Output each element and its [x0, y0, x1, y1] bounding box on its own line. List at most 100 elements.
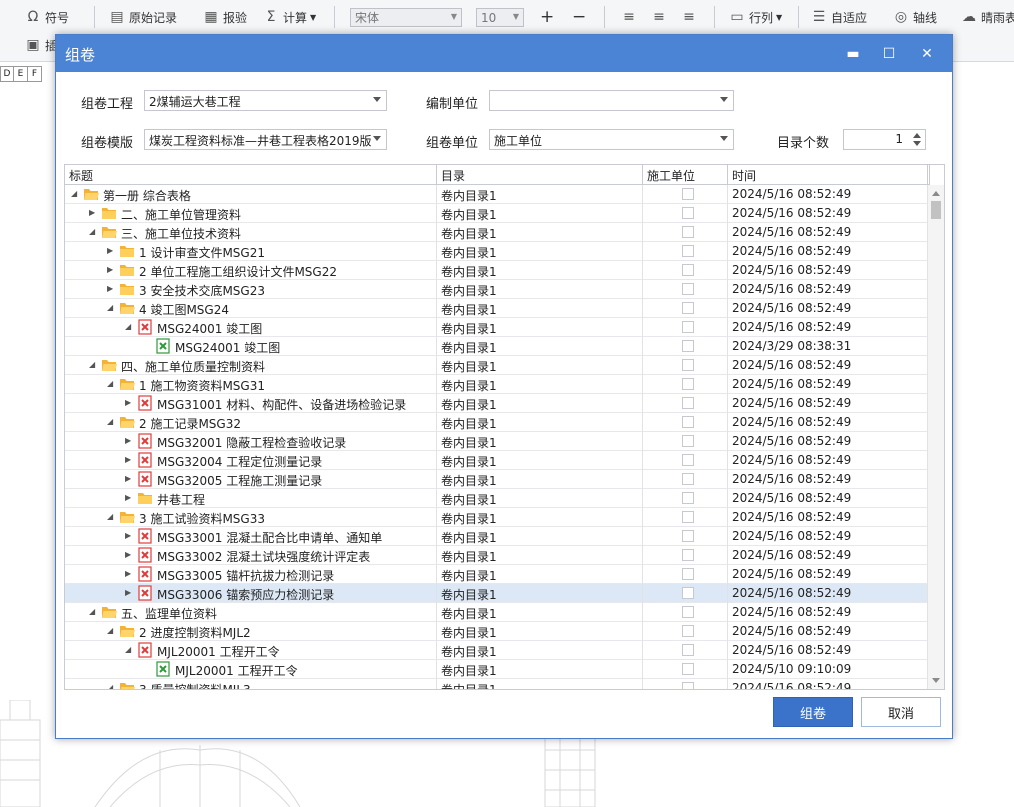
unit-checkbox[interactable]: [682, 207, 694, 219]
table-row[interactable]: ◢ 1 施工物资资料MSG31 卷内目录1 2024/5/16 08:52:49: [65, 375, 928, 394]
collapse-arrow-icon[interactable]: ◢: [107, 512, 115, 522]
unit-checkbox[interactable]: [682, 549, 694, 561]
sheet-col-header[interactable]: E: [14, 66, 28, 82]
cancel-button[interactable]: 取消: [861, 697, 941, 727]
unit-checkbox[interactable]: [682, 416, 694, 428]
expand-arrow-icon[interactable]: ▶: [125, 474, 133, 484]
compile-button[interactable]: 组卷: [773, 697, 853, 727]
unit-checkbox[interactable]: [682, 682, 694, 689]
scroll-up-icon[interactable]: [932, 191, 940, 196]
expand-arrow-icon[interactable]: ▶: [125, 569, 133, 579]
unit-checkbox[interactable]: [682, 625, 694, 637]
table-row[interactable]: ▶ MSG33005 锚杆抗拔力检测记录 卷内目录1 2024/5/16 08:52:…: [65, 565, 928, 584]
unit-checkbox[interactable]: [682, 435, 694, 447]
expand-arrow-icon[interactable]: ▶: [125, 398, 133, 408]
expand-arrow-icon[interactable]: ▶: [89, 208, 97, 218]
unit-checkbox[interactable]: [682, 511, 694, 523]
minimize-button[interactable]: ▬: [835, 35, 871, 72]
table-row[interactable]: ▶ 二、施工单位管理资料 卷内目录1 2024/5/16 08:52:49: [65, 204, 928, 223]
column-header-title[interactable]: 标题: [65, 165, 437, 185]
expand-arrow-icon[interactable]: ▶: [125, 531, 133, 541]
count-stepper[interactable]: 1: [843, 129, 926, 150]
table-row[interactable]: ▶ 2 单位工程施工组织设计文件MSG22 卷内目录1 2024/5/16 08:52…: [65, 261, 928, 280]
unit-checkbox[interactable]: [682, 378, 694, 390]
table-row[interactable]: ◢ 4 竣工图MSG24 卷内目录1 2024/5/16 08:52:49: [65, 299, 928, 318]
table-row[interactable]: ▶ MSG33006 锚索预应力检测记录 卷内目录1 2024/5/16 08:52:…: [65, 584, 928, 603]
table-row[interactable]: ◢ 2 施工记录MSG32 卷内目录1 2024/5/16 08:52:49: [65, 413, 928, 432]
scroll-down-icon[interactable]: [932, 678, 940, 683]
unit-checkbox[interactable]: [682, 397, 694, 409]
unit-checkbox[interactable]: [682, 302, 694, 314]
unit-checkbox[interactable]: [682, 473, 694, 485]
expand-arrow-icon[interactable]: ▶: [107, 246, 115, 256]
table-row[interactable]: ▶ MSG31001 材料、构配件、设备进场检验记录 卷内目录1 2024/5/16 …: [65, 394, 928, 413]
symbol-button[interactable]: Ω 符号: [24, 6, 69, 28]
axis-line-button[interactable]: ◎ 轴线: [892, 6, 937, 28]
expand-arrow-icon[interactable]: ▶: [107, 284, 115, 294]
decrease-font-button[interactable]: −: [572, 6, 586, 28]
table-row[interactable]: ◢ 3 质量控制资料MJL3 卷内目录1 2024/5/16 08:52:49: [65, 679, 928, 689]
unit-checkbox[interactable]: [682, 264, 694, 276]
unit-checkbox[interactable]: [682, 321, 694, 333]
sheet-col-header[interactable]: D: [0, 66, 14, 82]
collapse-arrow-icon[interactable]: ◢: [107, 417, 115, 427]
scroll-thumb[interactable]: [931, 201, 941, 219]
sheet-col-header[interactable]: F: [28, 66, 42, 82]
table-row[interactable]: MSG24001 竣工图 卷内目录1 2024/3/29 08:38:31: [65, 337, 928, 356]
collapse-arrow-icon[interactable]: ◢: [107, 626, 115, 636]
dialog-titlebar[interactable]: 组卷 ▬ ☐ ✕: [56, 35, 952, 72]
unit-checkbox[interactable]: [682, 606, 694, 618]
table-row[interactable]: ▶ 井巷工程 卷内目录1 2024/5/16 08:52:49: [65, 489, 928, 508]
spin-up-icon[interactable]: [913, 133, 921, 138]
compiler-select[interactable]: [489, 90, 734, 111]
project-select[interactable]: 2煤辅运大巷工程: [144, 90, 387, 111]
insert-image-button[interactable]: ▣ 插: [24, 34, 57, 56]
table-row[interactable]: ▶ MSG32001 隐蔽工程检查验收记录 卷内目录1 2024/5/16 08:52…: [65, 432, 928, 451]
vertical-scrollbar[interactable]: [927, 185, 944, 689]
align-center-button[interactable]: ≡: [650, 6, 668, 28]
collapse-arrow-icon[interactable]: ◢: [107, 379, 115, 389]
unit-checkbox[interactable]: [682, 188, 694, 200]
template-select[interactable]: 煤炭工程资料标准—井巷工程表格2019版: [144, 129, 387, 150]
unit-checkbox[interactable]: [682, 340, 694, 352]
close-button[interactable]: ✕: [909, 35, 945, 72]
table-row[interactable]: ▶ 1 设计审查文件MSG21 卷内目录1 2024/5/16 08:52:49: [65, 242, 928, 261]
unit-checkbox[interactable]: [682, 283, 694, 295]
weather-button[interactable]: ☁ 晴雨表: [960, 6, 1014, 28]
unit-checkbox[interactable]: [682, 644, 694, 656]
table-row[interactable]: ◢ MSG24001 竣工图 卷内目录1 2024/5/16 08:52:49: [65, 318, 928, 337]
unit-checkbox[interactable]: [682, 587, 694, 599]
column-header-unit[interactable]: 施工单位: [643, 165, 728, 185]
table-row[interactable]: ◢ 四、施工单位质量控制资料 卷内目录1 2024/5/16 08:52:49: [65, 356, 928, 375]
collapse-arrow-icon[interactable]: ◢: [125, 645, 133, 655]
table-row[interactable]: ▶ MSG32005 工程施工测量记录 卷内目录1 2024/5/16 08:52:4…: [65, 470, 928, 489]
spin-down-icon[interactable]: [913, 141, 921, 146]
collapse-arrow-icon[interactable]: ◢: [71, 189, 79, 199]
table-row[interactable]: ▶ MSG33002 混凝土试块强度统计评定表 卷内目录1 2024/5/16 08:…: [65, 546, 928, 565]
table-row[interactable]: MJL20001 工程开工令 卷内目录1 2024/5/10 09:10:09: [65, 660, 928, 679]
align-left-button[interactable]: ≡: [620, 6, 638, 28]
expand-arrow-icon[interactable]: ▶: [125, 493, 133, 503]
calc-button[interactable]: Σ 计算 ▼: [262, 6, 317, 28]
unit-select[interactable]: 施工单位: [489, 129, 734, 150]
font-size-select[interactable]: 10 ▼: [476, 8, 524, 27]
unit-checkbox[interactable]: [682, 492, 694, 504]
increase-font-button[interactable]: +: [540, 6, 554, 28]
collapse-arrow-icon[interactable]: ◢: [89, 227, 97, 237]
collapse-arrow-icon[interactable]: ◢: [125, 322, 133, 332]
align-right-button[interactable]: ≡: [680, 6, 698, 28]
row-col-button[interactable]: ▭ 行列 ▼: [728, 6, 782, 28]
unit-checkbox[interactable]: [682, 530, 694, 542]
column-header-time[interactable]: 时间: [728, 165, 928, 185]
collapse-arrow-icon[interactable]: ◢: [89, 607, 97, 617]
expand-arrow-icon[interactable]: ▶: [107, 265, 115, 275]
table-row[interactable]: ▶ 3 安全技术交底MSG23 卷内目录1 2024/5/16 08:52:49: [65, 280, 928, 299]
raw-record-button[interactable]: ▤ 原始记录: [108, 6, 177, 28]
table-row[interactable]: ▶ MSG33001 混凝土配合比申请单、通知单 卷内目录1 2024/5/16 08…: [65, 527, 928, 546]
collapse-arrow-icon[interactable]: ◢: [107, 303, 115, 313]
unit-checkbox[interactable]: [682, 245, 694, 257]
expand-arrow-icon[interactable]: ▶: [125, 436, 133, 446]
table-row[interactable]: ◢ 三、施工单位技术资料 卷内目录1 2024/5/16 08:52:49: [65, 223, 928, 242]
collapse-arrow-icon[interactable]: ◢: [107, 683, 115, 689]
expand-arrow-icon[interactable]: ▶: [125, 550, 133, 560]
